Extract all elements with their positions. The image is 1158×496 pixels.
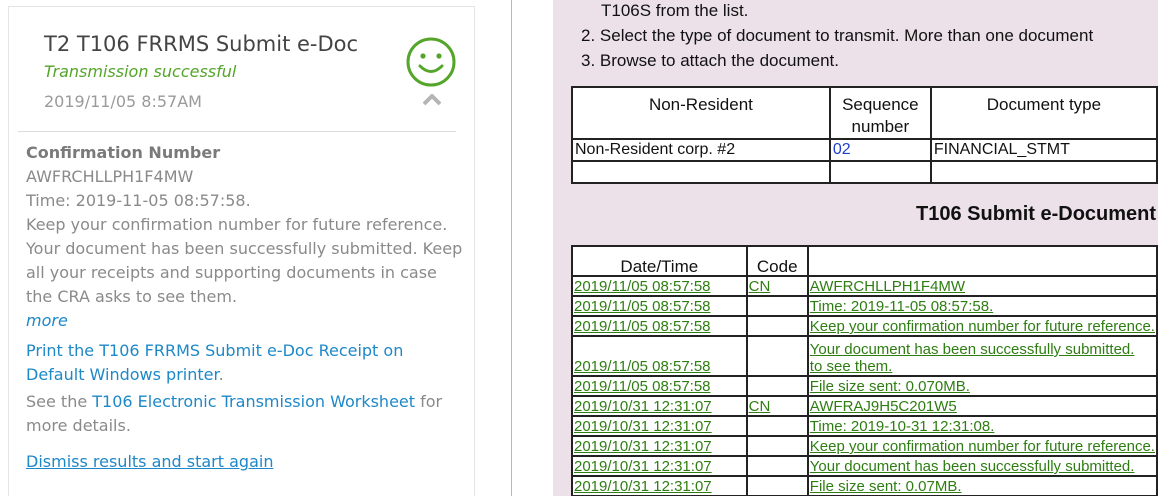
cell-message[interactable]: File size sent: 0.07MB. xyxy=(806,475,1158,496)
print-receipt-link-line1[interactable]: Print the T106 FRRMS Submit e-Doc Receip… xyxy=(26,339,403,363)
see-suffix: for xyxy=(415,392,443,411)
cell-sequence[interactable]: 02 xyxy=(828,138,932,162)
dismiss-link[interactable]: Dismiss results and start again xyxy=(26,450,273,474)
worksheet-note: See the T106 Electronic Transmission Wor… xyxy=(26,390,442,414)
documents-table: Non-Resident Sequence number Document ty… xyxy=(571,86,1158,184)
cell-message[interactable]: Keep your confirmation number for future… xyxy=(806,435,1158,457)
submitted-note-line1: Your document has been successfully subm… xyxy=(26,239,463,258)
smiley-icon xyxy=(406,37,456,87)
cell-code[interactable] xyxy=(745,475,809,496)
log-table-header: Date/Time Code xyxy=(571,245,1158,277)
cell-code[interactable] xyxy=(745,375,809,397)
cell-datetime[interactable]: 2019/10/31 12:31:07 xyxy=(571,435,748,457)
section-title: T106 Submit e-Document xyxy=(916,203,1157,225)
cell-sequence xyxy=(828,160,932,184)
col-sequence-line2: number xyxy=(851,117,910,136)
confirmation-time: Time: 2019-11-05 08:57:58. xyxy=(26,191,251,210)
result-datetime: 2019/11/05 8:57AM xyxy=(44,92,202,111)
header-divider xyxy=(18,131,456,132)
cell-message[interactable]: AWFRCHLLPH1F4MW xyxy=(806,275,1158,297)
col-code: Code xyxy=(745,245,809,277)
cell-non-resident xyxy=(571,160,831,184)
document-view: T106S from the list. 2. Select the type … xyxy=(553,0,1158,496)
see-prefix: See the xyxy=(26,392,93,411)
confirmation-number: AWFRCHLLPH1F4MW xyxy=(26,167,194,186)
col-sequence-line1: Sequence xyxy=(842,95,919,114)
table-row[interactable]: 2019/11/05 08:57:58 Your document has be… xyxy=(571,335,1158,377)
documents-table-header: Non-Resident Sequence number Document ty… xyxy=(571,86,1158,140)
cell-code[interactable] xyxy=(745,415,809,437)
confirmation-label: Confirmation Number xyxy=(26,143,221,162)
instruction-step1-tail: T106S from the list. xyxy=(601,1,749,20)
worksheet-note-line2: more details. xyxy=(26,416,131,435)
cell-document-type xyxy=(929,160,1158,184)
cell-datetime[interactable]: 2019/11/05 08:57:58 xyxy=(571,375,748,397)
cell-message-line2: to see them. xyxy=(809,358,893,375)
print-receipt-line2: Default Windows printer. xyxy=(26,363,224,387)
col-document-type: Document type xyxy=(929,86,1158,140)
cell-code[interactable] xyxy=(745,295,809,317)
results-panel: T2 T106 FRRMS Submit e-Doc Transmission … xyxy=(0,0,512,496)
table-row[interactable]: 2019/11/05 08:57:58 File size sent: 0.07… xyxy=(571,375,1158,397)
panel-divider xyxy=(511,0,512,496)
table-row[interactable]: 2019/10/31 12:31:07 Your document has be… xyxy=(571,455,1158,477)
col-datetime: Date/Time xyxy=(571,245,748,277)
cell-datetime[interactable]: 2019/10/31 12:31:07 xyxy=(571,455,748,477)
cell-datetime[interactable]: 2019/10/31 12:31:07 xyxy=(571,395,748,417)
cell-datetime[interactable]: 2019/10/31 12:31:07 xyxy=(571,475,748,496)
table-row[interactable]: 2019/10/31 12:31:07 CN AWFRAJ9H5C201W5 xyxy=(571,395,1158,417)
cell-code[interactable] xyxy=(745,335,809,377)
cell-datetime[interactable]: 2019/11/05 08:57:58 xyxy=(571,315,748,337)
col-non-resident: Non-Resident xyxy=(571,86,831,140)
cell-message[interactable]: Keep your confirmation number for future… xyxy=(806,315,1158,337)
submitted-note-line3: the CRA asks to see them. xyxy=(26,287,238,306)
col-message xyxy=(806,245,1158,277)
result-status: Transmission successful xyxy=(44,62,237,81)
cell-document-type: FINANCIAL_STMT xyxy=(929,138,1158,162)
table-row[interactable]: 2019/10/31 12:31:07 File size sent: 0.07… xyxy=(571,475,1158,496)
table-row[interactable]: 2019/11/05 08:57:58 Keep your confirmati… xyxy=(571,315,1158,337)
table-row[interactable]: 2019/11/05 08:57:58 CN AWFRCHLLPH1F4MW xyxy=(571,275,1158,297)
transmission-log-table: Date/Time Code 2019/11/05 08:57:58 CN AW… xyxy=(571,245,1158,496)
col-sequence: Sequence number xyxy=(828,86,932,140)
cell-code[interactable] xyxy=(745,455,809,477)
more-link[interactable]: more xyxy=(26,309,68,333)
worksheet-link[interactable]: T106 Electronic Transmission Worksheet xyxy=(92,392,415,411)
instruction-step3: 3. Browse to attach the document. xyxy=(581,51,839,70)
submitted-note-line2: all your receipts and supporting documen… xyxy=(26,263,437,282)
cell-message-line1: Your document has been successfully subm… xyxy=(809,341,1135,358)
cell-code[interactable] xyxy=(745,315,809,337)
table-row[interactable]: 2019/10/31 12:31:07 Keep your confirmati… xyxy=(571,435,1158,457)
cell-code[interactable] xyxy=(745,435,809,457)
cell-message[interactable]: Time: 2019-11-05 08:57:58. xyxy=(806,295,1158,317)
print-receipt-link-line2[interactable]: Default Windows printer xyxy=(26,365,219,384)
keep-note: Keep your confirmation number for future… xyxy=(26,215,448,234)
result-title: T2 T106 FRRMS Submit e-Doc xyxy=(44,32,359,56)
cell-code[interactable]: CN xyxy=(745,275,809,297)
cell-message[interactable]: Your document has been successfully subm… xyxy=(806,335,1158,377)
cell-message[interactable]: AWFRAJ9H5C201W5 xyxy=(806,395,1158,417)
cell-message[interactable]: Your document has been successfully subm… xyxy=(806,455,1158,477)
cell-datetime[interactable]: 2019/11/05 08:57:58 xyxy=(571,335,748,377)
cell-message[interactable]: Time: 2019-10-31 12:31:08. xyxy=(806,415,1158,437)
table-row[interactable]: 2019/11/05 08:57:58 Time: 2019-11-05 08:… xyxy=(571,295,1158,317)
chevron-up-icon[interactable] xyxy=(421,92,443,106)
cell-code[interactable]: CN xyxy=(745,395,809,417)
cell-message[interactable]: File size sent: 0.070MB. xyxy=(806,375,1158,397)
table-row[interactable]: 2019/10/31 12:31:07 Time: 2019-10-31 12:… xyxy=(571,415,1158,437)
print-period: . xyxy=(218,365,224,384)
cell-datetime[interactable]: 2019/10/31 12:31:07 xyxy=(571,415,748,437)
cell-datetime[interactable]: 2019/11/05 08:57:58 xyxy=(571,295,748,317)
instruction-step2: 2. Select the type of document to transm… xyxy=(581,26,1094,45)
table-row[interactable] xyxy=(571,160,1158,184)
table-row[interactable]: Non-Resident corp. #2 02 FINANCIAL_STMT xyxy=(571,138,1158,162)
cell-datetime[interactable]: 2019/11/05 08:57:58 xyxy=(571,275,748,297)
cell-non-resident: Non-Resident corp. #2 xyxy=(571,138,831,162)
